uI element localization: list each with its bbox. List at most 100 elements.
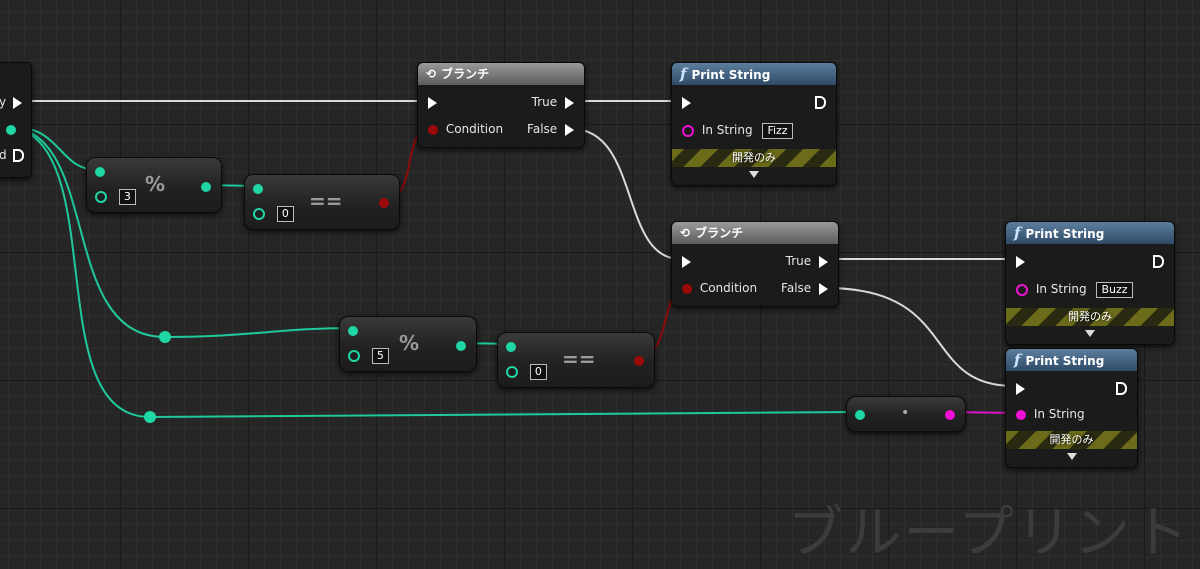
int-wire [149, 411, 859, 418]
exec-output-pin[interactable] [1116, 380, 1127, 396]
false-output-pin[interactable]: False [527, 121, 574, 137]
true-label: True [785, 254, 812, 268]
exec-output-pin[interactable] [815, 94, 826, 110]
pin-label: d [0, 148, 7, 162]
expand-arrow-icon[interactable] [1066, 453, 1077, 460]
in-string-pin[interactable]: In String Fizz [682, 122, 793, 139]
exec-arrow-icon [682, 96, 691, 109]
string-pin-icon [1016, 409, 1026, 420]
in-string-pin[interactable]: In String [1016, 406, 1085, 422]
result-output-pin[interactable] [201, 178, 211, 194]
result-output-pin[interactable] [379, 194, 389, 210]
int-pin-icon [855, 409, 865, 420]
branch-icon: ⟲ [426, 67, 437, 81]
branch-node-1[interactable]: ⟲ ブランチ True Condition False [417, 62, 585, 148]
b-input-pin[interactable]: 3 [95, 188, 136, 205]
int-pin-icon [456, 340, 466, 351]
print-string-node-2[interactable]: f Print String In String Buzz 開発のみ [1005, 221, 1175, 345]
modulo-node-1[interactable]: 3 % [86, 157, 222, 213]
exec-hollow-icon [1153, 255, 1164, 268]
expand-arrow-icon[interactable] [1085, 330, 1095, 337]
exec-input-pin[interactable] [1016, 253, 1025, 269]
function-title: Print String [691, 68, 771, 82]
condition-input-pin[interactable]: Condition [428, 121, 503, 137]
result-output-pin[interactable] [634, 352, 644, 368]
exec-hollow-icon [1116, 382, 1127, 395]
b-input-pin[interactable]: 5 [348, 347, 389, 364]
a-input-pin[interactable] [506, 338, 516, 354]
bool-pin-icon [682, 283, 692, 294]
exec-hollow-icon [13, 149, 25, 162]
false-label: False [781, 281, 812, 295]
divisor-value[interactable]: 5 [371, 347, 389, 364]
true-output-pin[interactable]: True [532, 94, 574, 110]
a-input-pin[interactable] [253, 180, 263, 196]
result-output-pin[interactable] [456, 337, 466, 353]
reroute-knot[interactable] [159, 331, 171, 343]
pin-label: y [0, 95, 7, 109]
divisor-value[interactable]: 3 [118, 188, 136, 205]
completed-output-pin[interactable]: d [0, 147, 25, 163]
branch-node-2[interactable]: ⟲ ブランチ True Condition False [671, 221, 839, 307]
exec-arrow-icon [819, 255, 828, 268]
branch-header: ⟲ ブランチ [418, 63, 584, 85]
exec-input-pin[interactable] [1016, 380, 1025, 396]
in-string-value[interactable]: Buzz [1096, 281, 1133, 298]
int-pin-empty-icon [253, 207, 265, 220]
exec-input-pin[interactable] [682, 253, 691, 269]
false-output-pin[interactable]: False [781, 280, 828, 296]
exec-hollow-icon [815, 96, 826, 109]
b-input-pin[interactable]: 0 [253, 205, 294, 222]
exec-output-pin[interactable] [1153, 253, 1164, 269]
modulo-operator: % [145, 172, 166, 196]
function-header: f Print String [1006, 222, 1174, 244]
exec-arrow-icon [1016, 382, 1025, 395]
condition-input-pin[interactable]: Condition [682, 280, 757, 296]
condition-label: Condition [445, 122, 504, 136]
branch-title: ブランチ [695, 226, 744, 240]
int-to-string-conversion-node[interactable]: • [846, 396, 966, 432]
equal-node-1[interactable]: 0 == [244, 174, 400, 230]
branch-icon: ⟲ [680, 226, 691, 240]
exec-arrow-icon [565, 123, 574, 136]
a-input-pin[interactable] [348, 322, 358, 338]
condition-label: Condition [699, 281, 758, 295]
exec-arrow-icon [682, 255, 691, 268]
expand-arrow-icon[interactable] [749, 171, 759, 178]
in-string-pin[interactable]: In String Buzz [1016, 281, 1133, 298]
string-output-pin[interactable] [945, 406, 955, 422]
int-pin-icon [348, 325, 358, 336]
function-header: f Print String [1006, 349, 1137, 371]
a-input-pin[interactable] [95, 163, 105, 179]
print-string-node-1[interactable]: f Print String In String Fizz 開発のみ [671, 62, 837, 186]
development-only-bar: 開発のみ [1006, 431, 1137, 449]
exec-input-pin[interactable] [682, 94, 691, 110]
compare-value[interactable]: 0 [529, 363, 547, 380]
development-only-bar: 開発のみ [672, 149, 836, 167]
in-string-value[interactable]: Fizz [762, 122, 793, 139]
modulo-node-2[interactable]: 5 % [339, 316, 477, 372]
in-string-label: In String [1033, 407, 1085, 421]
compare-value[interactable]: 0 [276, 205, 294, 222]
development-only-bar: 開発のみ [1006, 308, 1174, 326]
bool-pin-icon [634, 355, 644, 366]
conversion-symbol: • [901, 405, 910, 421]
bool-pin-icon [379, 197, 389, 208]
int-input-pin[interactable] [855, 406, 865, 422]
index-output-pin[interactable] [6, 121, 16, 137]
loop-node-partial[interactable]: y d [0, 62, 32, 178]
exec-output-pin[interactable]: y [0, 94, 22, 110]
b-input-pin[interactable]: 0 [506, 363, 547, 380]
int-pin-icon [95, 166, 105, 177]
reroute-knot[interactable] [144, 411, 156, 423]
print-string-node-3[interactable]: f Print String In String 開発のみ [1005, 348, 1138, 468]
exec-input-pin[interactable] [428, 94, 437, 110]
string-pin-icon [945, 409, 955, 420]
equal-operator: == [562, 347, 596, 371]
dev-only-label: 開発のみ [1068, 310, 1112, 323]
equal-node-2[interactable]: 0 == [497, 332, 655, 388]
function-icon: f [1014, 351, 1021, 369]
exec-wire [571, 128, 681, 260]
true-output-pin[interactable]: True [786, 253, 828, 269]
function-icon: f [1014, 224, 1021, 242]
